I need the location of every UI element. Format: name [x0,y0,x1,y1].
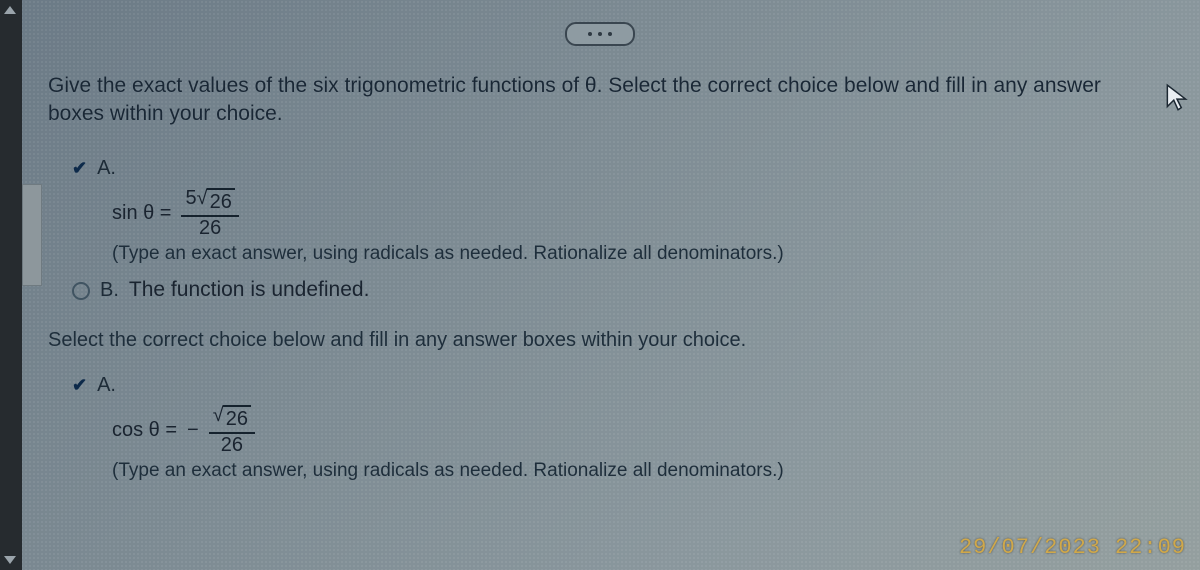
q1-num-coef: 5 [185,187,196,209]
q1-equation: sin θ = 5√26 26 [112,188,1182,239]
q1-fraction: 5√26 26 [181,188,238,239]
negative-sign: − [187,417,199,444]
scroll-up-icon[interactable] [4,6,16,14]
q1-denominator: 26 [195,217,225,239]
scrollbar-edge[interactable] [0,0,22,570]
q2-denominator: 26 [217,434,247,456]
cos-lhs: cos θ = [112,417,177,444]
q1-choice-b[interactable]: B. The function is undefined. [72,276,1182,304]
q2-hint: (Type an exact answer, using radicals as… [112,458,1182,484]
q2-fraction: √26 26 [209,405,255,456]
q1-hint: (Type an exact answer, using radicals as… [112,241,1182,267]
timestamp-time: 22:09 [1115,535,1186,560]
q2-equation: cos θ = − √26 26 [112,405,1182,456]
selected-check-icon: ✔ [72,376,87,394]
margin-handle [22,184,42,286]
mouse-cursor-icon [1164,83,1190,118]
question-body: Give the exact values of the six trigono… [48,72,1182,493]
camera-timestamp: 29/07/2023 22:09 [959,535,1186,560]
q1-choice-b-text: The function is undefined. [129,276,370,304]
choice-letter: A. [97,372,116,399]
prompt-text-line1: Give the exact values of the six trigono… [48,74,1101,97]
choice-letter: A. [97,155,116,182]
timestamp-date: 29/07/2023 [959,535,1101,560]
second-prompt: Select the correct choice below and fill… [48,327,1182,354]
q1-radicand: 26 [207,188,235,214]
sin-lhs: sin θ = [112,200,171,227]
overflow-pill-icon[interactable] [565,22,635,46]
selected-check-icon: ✔ [72,159,87,177]
question-prompt: Give the exact values of the six trigono… [48,72,1182,129]
radio-unselected-icon[interactable] [72,282,90,300]
q2-choice-a[interactable]: ✔ A. cos θ = − √26 26 (Type an exact ans… [72,372,1182,484]
scroll-down-icon[interactable] [4,556,16,564]
q1-choice-a[interactable]: ✔ A. sin θ = 5√26 26 (Type an exact answ… [72,155,1182,267]
choice-letter: B. [100,277,119,304]
prompt-text-line2: boxes within your choice. [48,102,283,125]
q2-radicand: 26 [223,405,251,431]
